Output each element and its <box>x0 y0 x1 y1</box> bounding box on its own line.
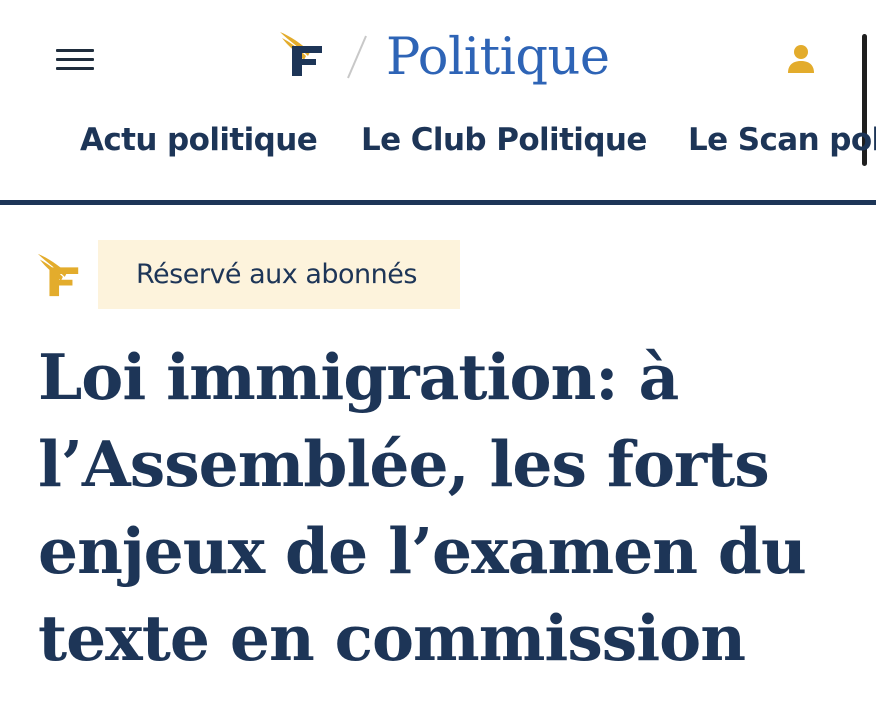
user-account-icon <box>788 45 814 73</box>
section-separator <box>344 34 370 80</box>
article-headline: Loi immigration: à l’Assemblée, les fort… <box>38 340 807 675</box>
sub-navigation: Actu politique Le Club Politique Le Scan… <box>0 112 876 172</box>
subscriber-only-badge: Réservé aux abonnés <box>98 240 460 309</box>
menu-button[interactable] <box>50 40 98 80</box>
subnav-item-actu-politique[interactable]: Actu politique <box>80 120 318 160</box>
account-button[interactable] <box>784 40 818 76</box>
site-header: Politique Actu politique Le Club Politiq… <box>0 0 876 205</box>
subnav-item-le-club-politique[interactable]: Le Club Politique <box>361 120 647 160</box>
section-title[interactable]: Politique <box>386 26 610 90</box>
subscriber-badge-row: Réservé aux abonnés <box>36 240 476 310</box>
header-divider <box>0 200 876 205</box>
le-figaro-logo-icon[interactable] <box>278 30 328 78</box>
subnav-item-le-scan-politique[interactable]: Le Scan poli <box>688 120 876 160</box>
le-figaro-logo-icon <box>36 252 84 298</box>
